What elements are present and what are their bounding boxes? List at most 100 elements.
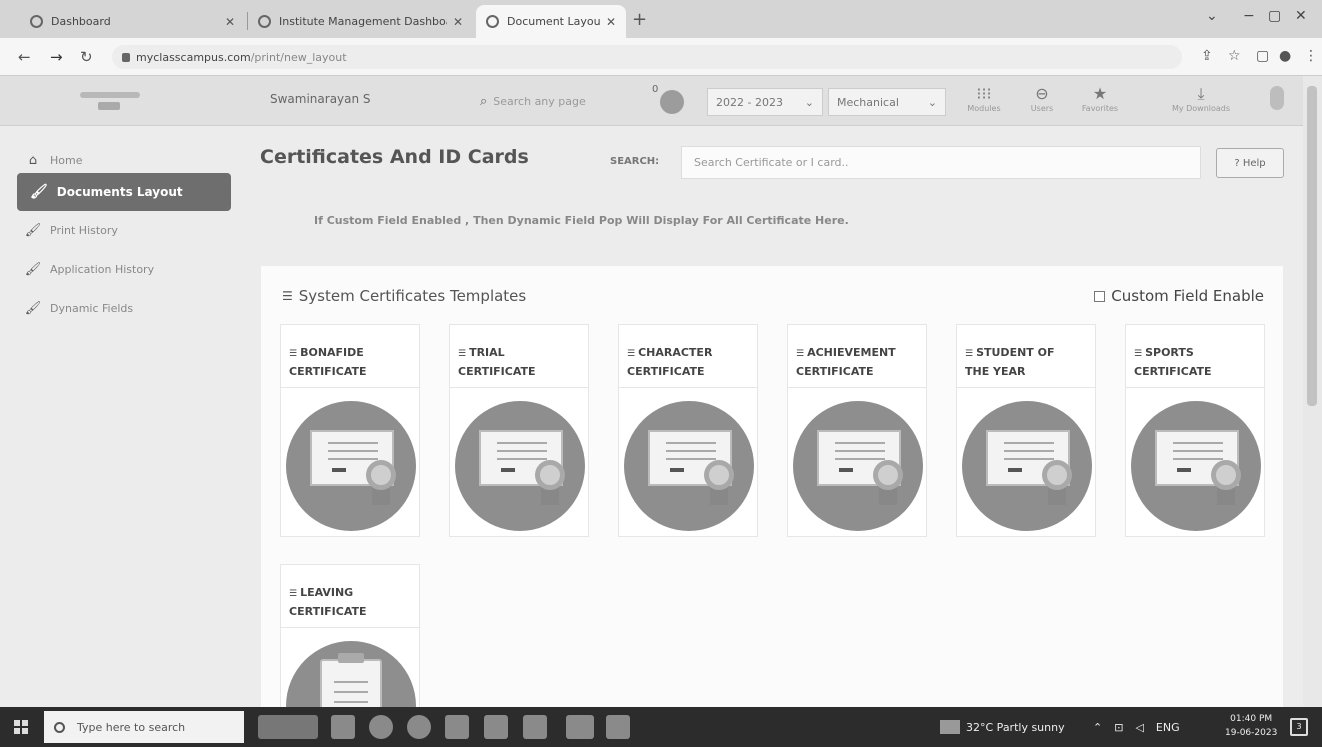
close-tab-icon[interactable]: ✕ [225,15,235,29]
certificate-template-card[interactable]: ☰ STUDENT OF THE YEAR [956,324,1096,537]
volume-icon[interactable]: ◁ [1135,721,1143,734]
clock-date: 19-06-2023 [1225,728,1278,738]
app-icon[interactable] [566,715,594,739]
card-title-line2: CERTIFICATE [458,365,536,378]
sidebar: ⌂ Home 🖌 Documents Layout 🖌 Print Histor… [0,127,245,707]
taskbar-search[interactable]: Type here to search [44,711,244,743]
brush-icon: 🖌 [24,222,42,238]
card-title-line2: CERTIFICATE [627,365,705,378]
certificate-template-card[interactable]: ☰ CHARACTER CERTIFICATE [618,324,758,537]
users-label: Users [1030,104,1054,113]
card-title-line2: CERTIFICATE [796,365,874,378]
page-scrollbar[interactable] [1303,76,1322,706]
kebab-menu-icon[interactable]: ⋮ [1304,48,1318,64]
certificate-icon [455,401,585,531]
layers-icon: ☰ [289,349,298,359]
chevron-up-icon[interactable]: ⌃ [1093,721,1102,734]
certificate-template-card[interactable]: ☰ SPORTS CERTIFICATE [1125,324,1265,537]
tab-institute-dashboard[interactable]: Institute Management Dashboar ✕ [248,5,473,38]
address-bar[interactable]: myclasscampus.com/print/new_layout [112,45,1182,69]
card-title-line2: CERTIFICATE [289,365,367,378]
modules-button[interactable]: ⁝⁝⁝ Modules [956,84,1012,113]
page-search[interactable]: ⌕ Search any page [480,86,630,116]
url-host: myclasscampus.com [136,50,251,64]
weather-icon [940,720,960,734]
tab-search-icon[interactable]: ⌄ [1206,8,1218,24]
card-title: ☰ ACHIEVEMENT CERTIFICATE [788,325,926,388]
certificate-template-card[interactable]: ☰ BONAFIDE CERTIFICATE [280,324,420,537]
weather-widget[interactable]: 32°C Partly sunny [940,707,1065,747]
certificate-icon [1131,401,1261,531]
notification-badge: 3 [1296,722,1302,731]
sidebar-item-print-history[interactable]: 🖌 Print History [24,222,118,238]
section-title: ☰ System Certificates Templates [282,287,526,305]
chevron-down-icon: ⌄ [927,95,937,109]
page-title: Certificates And ID Cards [260,146,529,168]
calculator-icon[interactable] [523,715,547,739]
my-downloads-button[interactable]: ⤓ My Downloads [1166,84,1236,113]
widget-thumbnail-icon[interactable] [258,715,318,739]
brush-icon: 🖌 [24,261,42,277]
close-window-button[interactable]: ✕ [1295,8,1307,24]
back-arrow-icon[interactable]: ← [18,48,31,66]
sidebar-item-application-history[interactable]: 🖌 Application History [24,261,154,277]
brush-icon: 🖌 [24,300,42,316]
app-window-icon[interactable] [606,715,630,739]
tab-dashboard[interactable]: Dashboard ✕ [20,5,245,38]
chrome-icon[interactable] [369,715,393,739]
sidebar-item-label: Documents Layout [56,185,183,199]
edge-icon[interactable] [407,715,431,739]
department-select[interactable]: Mechanical ⌄ [828,88,946,116]
sidebar-item-dynamic-fields[interactable]: 🖌 Dynamic Fields [24,300,133,316]
share-icon[interactable]: ⇪ [1201,48,1213,64]
favorites-button[interactable]: ★ Favorites [1072,84,1128,113]
file-explorer-icon[interactable] [445,715,469,739]
sidebar-panel-icon[interactable]: ▢ [1256,48,1269,64]
windows-start-icon[interactable] [14,720,28,734]
forward-arrow-icon[interactable]: → [50,48,63,66]
card-title-line1: SPORTS [1145,346,1194,359]
reload-icon[interactable]: ↻ [80,48,93,66]
tab-document-layout[interactable]: Document Layout ✕ [476,5,626,38]
layers-icon: ☰ [1134,349,1143,359]
card-title-line1: ACHIEVEMENT [807,346,896,359]
custom-field-checkbox[interactable] [1094,290,1106,302]
new-tab-button[interactable]: + [632,9,647,30]
close-tab-icon[interactable]: ✕ [606,15,616,29]
close-tab-icon[interactable]: ✕ [453,15,463,29]
globe-icon [30,15,43,28]
sidebar-item-home[interactable]: ⌂ Home [26,153,83,168]
notification-center-icon[interactable]: 3 [1290,718,1308,736]
certificate-template-card[interactable]: ☰ TRIAL CERTIFICATE [449,324,589,537]
bookmark-star-icon[interactable]: ☆ [1228,48,1241,64]
academic-year-select[interactable]: 2022 - 2023 ⌄ [707,88,823,116]
maximize-button[interactable]: ▢ [1268,8,1281,24]
photos-icon[interactable] [484,715,508,739]
sidebar-item-documents-layout[interactable]: 🖌 Documents Layout [17,173,231,211]
profile-icon[interactable]: ● [1279,48,1291,64]
star-icon: ★ [1092,84,1108,103]
search-icon [54,721,65,733]
modules-label: Modules [967,104,1001,113]
language-indicator[interactable]: ENG [1156,721,1180,734]
network-icon[interactable]: ⊡ [1114,721,1123,734]
info-message: If Custom Field Enabled , Then Dynamic F… [314,214,849,227]
users-button[interactable]: ⊖ Users [1014,84,1070,113]
certificate-search-input[interactable] [681,146,1201,179]
layers-icon: ☰ [458,349,467,359]
certificate-template-card[interactable]: ☰ ACHIEVEMENT CERTIFICATE [787,324,927,537]
card-title: ☰ BONAFIDE CERTIFICATE [281,325,419,388]
minimize-button[interactable]: − [1243,8,1255,24]
task-view-icon[interactable] [331,715,355,739]
custom-field-toggle[interactable]: Custom Field Enable [1094,287,1264,305]
certificate-icon [286,401,416,531]
scrollbar-thumb[interactable] [1307,86,1317,406]
help-button[interactable]: ? Help [1216,148,1284,178]
notification-bell-icon[interactable] [660,90,684,114]
user-avatar[interactable] [1270,86,1284,110]
system-tray[interactable]: ⌃ ⊡ ◁ ENG [1093,707,1192,747]
institute-logo[interactable] [60,86,170,114]
sidebar-item-label: Print History [50,223,118,237]
taskbar-clock[interactable]: 01:40 PM 19-06-2023 [1225,712,1277,740]
weather-text: 32°C Partly sunny [966,720,1065,734]
